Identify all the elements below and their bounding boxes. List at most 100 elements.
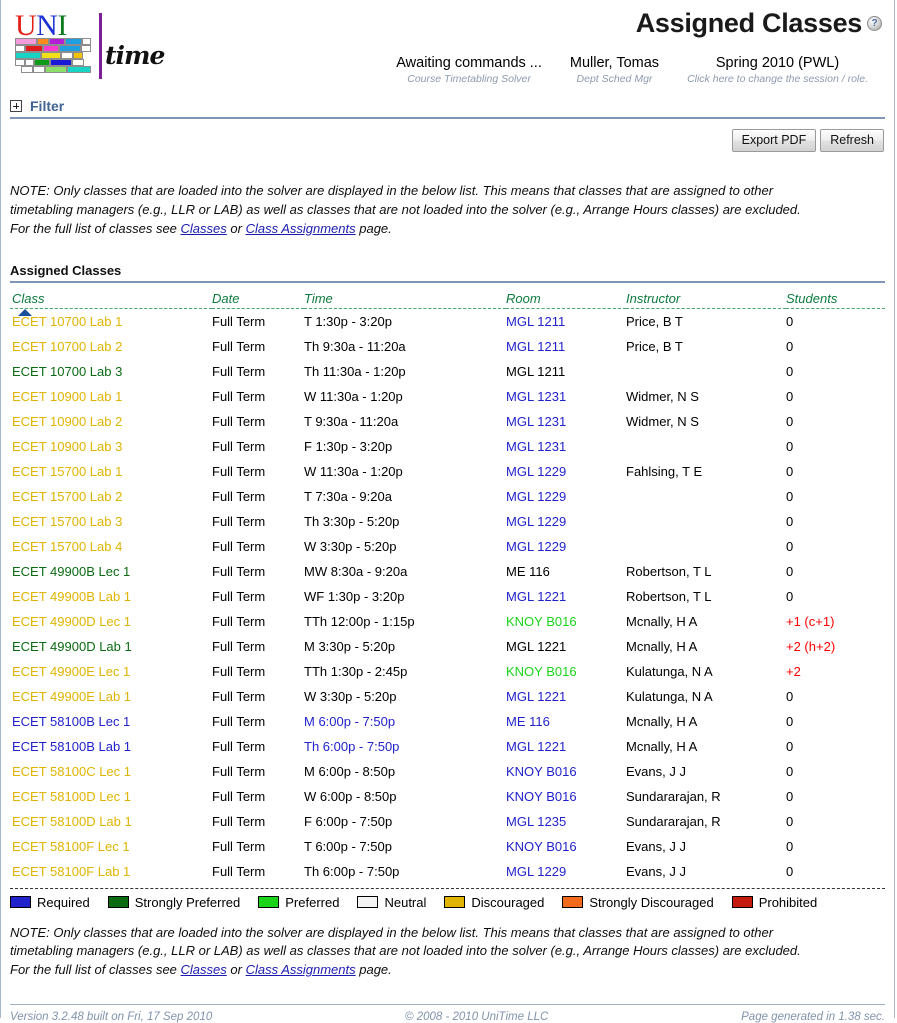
cell-class[interactable]: ECET 58100F Lab 1	[10, 859, 212, 886]
cell-time: Th 9:30a - 11:20a	[304, 338, 406, 354]
cell-instructor: Price, B T	[626, 338, 683, 354]
table-row[interactable]: ECET 49900D Lab 1 Full Term M 3:30p - 5:20…	[10, 634, 885, 659]
table-row[interactable]: ECET 58100D Lab 1 Full Term F 6:00p - 7:50…	[10, 809, 885, 834]
table-row[interactable]: ECET 10700 Lab 2 Full Term Th 9:30a - 11:2…	[10, 334, 885, 359]
cell-class[interactable]: ECET 10700 Lab 1	[10, 308, 212, 334]
export-pdf-button[interactable]: Export PDF	[731, 129, 817, 152]
cell-class[interactable]: ECET 58100B Lab 1	[10, 734, 212, 759]
table-row[interactable]: ECET 10700 Lab 3 Full Term Th 11:30a - 1:2…	[10, 359, 885, 384]
cell-room[interactable]: MGL 1211	[506, 308, 626, 334]
cell-class[interactable]: ECET 10700 Lab 3	[10, 359, 212, 384]
table-row[interactable]: ECET 10700 Lab 1 Full Term T 1:30p - 3:20p…	[10, 308, 885, 334]
refresh-button[interactable]: Refresh	[820, 129, 884, 152]
cell-room[interactable]: KNOY B016	[506, 609, 626, 634]
cell-class[interactable]: ECET 58100C Lec 1	[10, 759, 212, 784]
table-row[interactable]: ECET 58100D Lec 1 Full Term W 6:00p - 8:50…	[10, 784, 885, 809]
user-info[interactable]: Muller, Tomas Dept Sched Mgr	[556, 55, 673, 85]
cell-room[interactable]: MGL 1229	[506, 484, 626, 509]
cell-instructor: Evans, J J	[626, 838, 686, 854]
cell-room[interactable]: MGL 1221	[506, 634, 626, 659]
cell-room[interactable]: MGL 1231	[506, 409, 626, 434]
classes-link-top[interactable]: Classes	[181, 221, 227, 236]
table-row[interactable]: ECET 58100C Lec 1 Full Term M 6:00p - 8:50…	[10, 759, 885, 784]
table-row[interactable]: ECET 49900B Lec 1 Full Term MW 8:30a - 9:2…	[10, 559, 885, 584]
cell-room[interactable]: MGL 1229	[506, 534, 626, 559]
cell-room[interactable]: MGL 1211	[506, 334, 626, 359]
cell-class[interactable]: ECET 49900D Lab 1	[10, 634, 212, 659]
column-header-room-label: Room	[506, 290, 541, 306]
logo-grid-cell	[15, 38, 37, 45]
table-row[interactable]: ECET 10900 Lab 1 Full Term W 11:30a - 1:20…	[10, 384, 885, 409]
table-row[interactable]: ECET 15700 Lab 3 Full Term Th 3:30p - 5:20…	[10, 509, 885, 534]
filter-section-header[interactable]: Filter	[10, 98, 885, 119]
table-row[interactable]: ECET 15700 Lab 2 Full Term T 7:30a - 9:20a…	[10, 484, 885, 509]
cell-class[interactable]: ECET 15700 Lab 1	[10, 459, 212, 484]
table-row[interactable]: ECET 49900E Lab 1 Full Term W 3:30p - 5:20…	[10, 684, 885, 709]
logo-grid-cell	[49, 38, 65, 45]
cell-students: 0	[786, 838, 794, 854]
column-header-time[interactable]: Time	[304, 282, 506, 309]
cell-room[interactable]: MGL 1221	[506, 684, 626, 709]
cell-class[interactable]: ECET 15700 Lab 4	[10, 534, 212, 559]
cell-class[interactable]: ECET 58100D Lec 1	[10, 784, 212, 809]
cell-room[interactable]: MGL 1211	[506, 359, 626, 384]
column-header-class[interactable]: Class	[10, 282, 212, 316]
table-row[interactable]: ECET 58100B Lab 1 Full Term Th 6:00p - 7:5…	[10, 734, 885, 759]
cell-class[interactable]: ECET 10900 Lab 3	[10, 434, 212, 459]
cell-room[interactable]: MGL 1221	[506, 734, 626, 759]
cell-time: WF 1:30p - 3:20p	[304, 588, 405, 604]
table-row[interactable]: ECET 49900B Lab 1 Full Term WF 1:30p - 3:2…	[10, 584, 885, 609]
cell-class[interactable]: ECET 49900E Lab 1	[10, 684, 212, 709]
cell-room[interactable]: MGL 1231	[506, 384, 626, 409]
cell-class[interactable]: ECET 58100D Lab 1	[10, 809, 212, 834]
cell-room[interactable]: ME 116	[506, 709, 626, 734]
table-row[interactable]: ECET 10900 Lab 3 Full Term F 1:30p - 3:20p…	[10, 434, 885, 459]
classes-link-bottom[interactable]: Classes	[181, 962, 227, 977]
cell-class[interactable]: ECET 49900B Lab 1	[10, 584, 212, 609]
plus-icon[interactable]	[10, 100, 22, 112]
cell-students: 0	[786, 588, 794, 604]
table-row[interactable]: ECET 15700 Lab 4 Full Term W 3:30p - 5:20p…	[10, 534, 885, 559]
cell-room[interactable]: KNOY B016	[506, 659, 626, 684]
table-row[interactable]: ECET 10900 Lab 2 Full Term T 9:30a - 11:20…	[10, 409, 885, 434]
column-header-date[interactable]: Date	[212, 282, 304, 309]
cell-time: M 3:30p - 5:20p	[304, 638, 396, 654]
cell-room[interactable]: KNOY B016	[506, 834, 626, 859]
cell-class[interactable]: ECET 10700 Lab 2	[10, 334, 212, 359]
cell-class[interactable]: ECET 10900 Lab 1	[10, 384, 212, 409]
solver-status-subtitle: Course Timetabling Solver	[407, 73, 531, 85]
class-assignments-link-bottom[interactable]: Class Assignments	[246, 962, 356, 977]
cell-class[interactable]: ECET 49900D Lec 1	[10, 609, 212, 634]
cell-room[interactable]: KNOY B016	[506, 784, 626, 809]
cell-class[interactable]: ECET 10900 Lab 2	[10, 409, 212, 434]
cell-class[interactable]: ECET 49900B Lec 1	[10, 559, 212, 584]
session-selector[interactable]: Spring 2010 (PWL) Click here to change t…	[673, 55, 882, 85]
cell-class[interactable]: ECET 15700 Lab 2	[10, 484, 212, 509]
cell-room[interactable]: MGL 1221	[506, 584, 626, 609]
cell-room[interactable]: MGL 1235	[506, 809, 626, 834]
cell-time: MW 8:30a - 9:20a	[304, 563, 408, 579]
column-header-room[interactable]: Room	[506, 282, 626, 309]
table-row[interactable]: ECET 49900E Lec 1 Full Term TTh 1:30p - 2:…	[10, 659, 885, 684]
cell-class[interactable]: ECET 49900E Lec 1	[10, 659, 212, 684]
table-row[interactable]: ECET 58100F Lab 1 Full Term Th 6:00p - 7:5…	[10, 859, 885, 886]
cell-room[interactable]: MGL 1229	[506, 459, 626, 484]
note-top-line1: NOTE: Only classes that are loaded into …	[10, 183, 774, 198]
cell-students: 0	[786, 713, 794, 729]
column-header-instructor[interactable]: Instructor	[626, 282, 786, 309]
table-row[interactable]: ECET 58100F Lec 1 Full Term T 6:00p - 7:50…	[10, 834, 885, 859]
cell-class[interactable]: ECET 58100F Lec 1	[10, 834, 212, 859]
cell-room[interactable]: MGL 1229	[506, 859, 626, 886]
class-assignments-link-top[interactable]: Class Assignments	[246, 221, 356, 236]
table-row[interactable]: ECET 15700 Lab 1 Full Term W 11:30a - 1:20…	[10, 459, 885, 484]
table-row[interactable]: ECET 58100B Lec 1 Full Term M 6:00p - 7:50…	[10, 709, 885, 734]
cell-room[interactable]: ME 116	[506, 559, 626, 584]
cell-class[interactable]: ECET 15700 Lab 3	[10, 509, 212, 534]
cell-room[interactable]: MGL 1231	[506, 434, 626, 459]
help-icon[interactable]: ?	[867, 16, 882, 31]
cell-room[interactable]: MGL 1229	[506, 509, 626, 534]
column-header-students[interactable]: Students	[786, 282, 885, 309]
table-row[interactable]: ECET 49900D Lec 1 Full Term TTh 12:00p - 1…	[10, 609, 885, 634]
cell-class[interactable]: ECET 58100B Lec 1	[10, 709, 212, 734]
cell-room[interactable]: KNOY B016	[506, 759, 626, 784]
